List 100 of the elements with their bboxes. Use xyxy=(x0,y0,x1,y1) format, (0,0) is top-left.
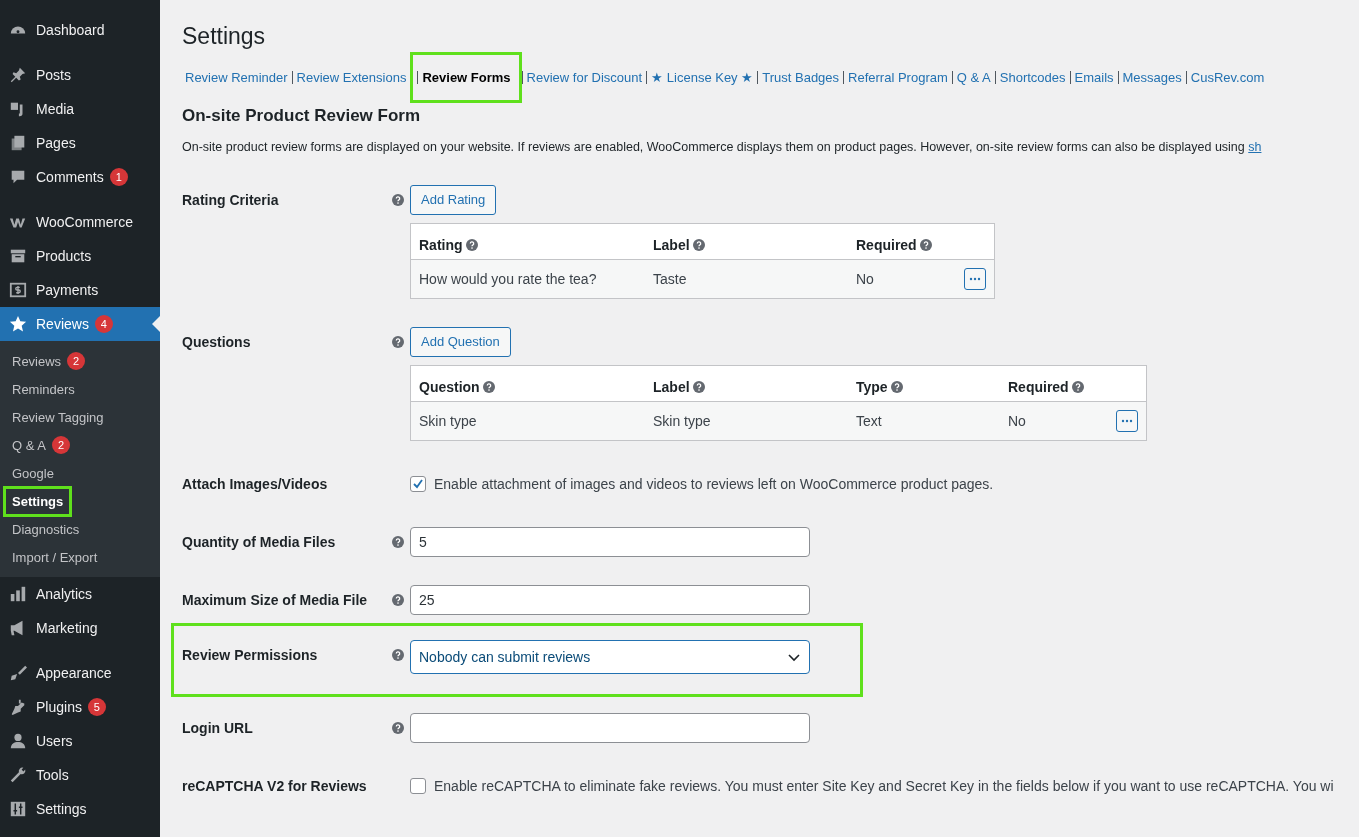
sidebar-item[interactable]: Dashboard xyxy=(0,13,160,47)
description-link[interactable]: sh xyxy=(1248,139,1262,154)
count-badge: 4 xyxy=(94,315,113,333)
checkbox-label: Enable attachment of images and videos to reviews left on WooCommerce product pages. xyxy=(434,474,994,494)
help-icon[interactable] xyxy=(919,238,932,251)
sidebar-item[interactable]: Payments xyxy=(0,273,160,307)
settings-tab[interactable]: Review for Discount xyxy=(521,70,647,84)
page-title: Settings xyxy=(182,23,267,51)
help-icon[interactable] xyxy=(890,380,903,393)
submenu-item[interactable]: Import / Export xyxy=(12,549,98,565)
help-icon[interactable] xyxy=(392,335,404,348)
field-label: Login URL xyxy=(182,718,254,738)
settings-tab[interactable]: Review Reminder xyxy=(185,70,292,84)
sidebar-item[interactable]: Appearance xyxy=(0,656,160,690)
column-header: Required xyxy=(1000,365,1147,402)
count-badge: 1 xyxy=(109,168,128,186)
column-header: Label xyxy=(645,365,848,402)
settings-tab[interactable]: Referral Program xyxy=(843,70,952,84)
ellipsis-icon xyxy=(1121,418,1133,423)
table-cell: Text xyxy=(848,401,1000,441)
column-header: Question xyxy=(410,365,645,402)
sidebar-item[interactable]: Plugins 5 xyxy=(0,690,160,724)
star-icon xyxy=(9,315,27,333)
table-cell: Taste xyxy=(645,259,848,299)
settings-tab[interactable]: CusRev.com xyxy=(1185,70,1269,84)
settings-tab[interactable]: Trust Badges xyxy=(757,70,844,84)
help-icon[interactable] xyxy=(392,535,404,548)
add-button[interactable]: Add Question xyxy=(410,326,511,357)
paintbrush-icon xyxy=(9,664,27,682)
table-cell: How would you rate the tea? xyxy=(410,259,645,299)
help-icon[interactable] xyxy=(482,380,495,393)
help-icon[interactable] xyxy=(392,648,404,661)
checkbox[interactable] xyxy=(410,475,426,492)
submenu-item[interactable]: Diagnostics xyxy=(12,521,80,537)
sidebar-item[interactable]: Pages xyxy=(0,126,160,160)
count-badge: 2 xyxy=(67,352,86,370)
sidebar-item[interactable]: Marketing xyxy=(0,611,160,645)
bar-chart-icon xyxy=(9,585,27,603)
column-header: Label xyxy=(645,223,848,260)
table-cell-text: No xyxy=(1008,412,1026,429)
input-field[interactable] xyxy=(410,712,810,743)
help-icon[interactable] xyxy=(692,238,705,251)
settings-tab[interactable]: Review Extensions xyxy=(291,70,411,84)
section-heading: On-site Product Review Form xyxy=(182,105,422,126)
table-cell: Skin type xyxy=(410,401,645,441)
sidebar-item[interactable]: Posts xyxy=(0,58,160,92)
sidebar-item[interactable]: Reviews 4 xyxy=(0,307,160,341)
submenu-item[interactable]: Q & A 2 xyxy=(12,436,70,454)
sidebar-item[interactable]: Tools xyxy=(0,758,160,792)
add-button[interactable]: Add Rating xyxy=(410,184,497,215)
archive-box-icon xyxy=(9,247,27,265)
plug-icon xyxy=(9,698,27,716)
input-field[interactable]: 5 xyxy=(410,526,810,557)
field-label: Attach Images/Videos xyxy=(182,474,329,494)
sidebar-item[interactable]: Settings xyxy=(0,792,160,826)
field-label: Maximum Size of Media File xyxy=(182,590,369,610)
help-icon[interactable] xyxy=(392,721,404,734)
settings-tab[interactable]: ★ License Key ★ xyxy=(646,70,758,84)
count-badge: 2 xyxy=(51,436,70,454)
submenu-item[interactable]: Settings xyxy=(12,493,64,509)
more-button[interactable] xyxy=(964,267,986,290)
sidebar-item[interactable]: Media xyxy=(0,92,160,126)
permissions-dropdown[interactable]: Nobody can submit reviews xyxy=(410,639,810,674)
wrench-icon xyxy=(9,766,27,784)
sidebar-item[interactable]: Users xyxy=(0,724,160,758)
pages-icon xyxy=(9,134,27,152)
section-description: On-site product review forms are displayed on your website. If reviews are enabled, WooCommerce displays them on product pages. However, on-site review forms can also be displayed using sh xyxy=(182,139,1263,154)
field-label: Rating Criteria xyxy=(182,190,280,210)
settings-tab[interactable]: Messages xyxy=(1117,70,1186,84)
ellipsis-icon xyxy=(969,276,981,281)
submenu-item[interactable]: Google xyxy=(12,465,54,481)
person-icon xyxy=(9,732,27,750)
settings-tab[interactable]: Shortcodes xyxy=(994,70,1070,84)
help-icon[interactable] xyxy=(1071,380,1084,393)
submenu-item[interactable]: Reminders xyxy=(12,381,75,397)
table-cell: Skin type xyxy=(645,401,848,441)
help-icon[interactable] xyxy=(392,193,404,206)
sidebar-item[interactable]: Comments 1 xyxy=(0,160,160,194)
sidebar-item[interactable]: Products xyxy=(0,239,160,273)
help-icon[interactable] xyxy=(692,380,705,393)
dollar-icon xyxy=(9,281,27,299)
input-field[interactable]: 25 xyxy=(410,584,810,615)
more-button[interactable] xyxy=(1116,409,1138,432)
submenu-item[interactable]: Reviews 2 xyxy=(12,352,86,370)
checkbox[interactable] xyxy=(410,777,426,794)
help-icon[interactable] xyxy=(392,593,404,606)
settings-tab[interactable]: Review Forms xyxy=(417,70,515,84)
field-label: Quantity of Media Files xyxy=(182,532,337,552)
sidebar-item[interactable]: Analytics xyxy=(0,577,160,611)
submenu-item[interactable]: Review Tagging xyxy=(12,409,104,425)
field-label: Questions xyxy=(182,332,252,352)
settings-tab[interactable]: Q & A xyxy=(951,70,995,84)
help-icon[interactable] xyxy=(465,238,478,251)
pin-icon xyxy=(9,66,27,84)
column-header: Rating xyxy=(410,223,645,260)
table-cell-text: No xyxy=(856,270,874,287)
sidebar-item[interactable]: WooCommerce xyxy=(0,205,160,239)
sliders-icon xyxy=(9,800,27,818)
settings-tab[interactable]: Emails xyxy=(1069,70,1118,84)
checkbox-label: Enable reCAPTCHA to eliminate fake reviews. You must enter Site Key and Secret Key in the fields below if you want to use reCAPTCHA. You wi xyxy=(434,776,1334,796)
